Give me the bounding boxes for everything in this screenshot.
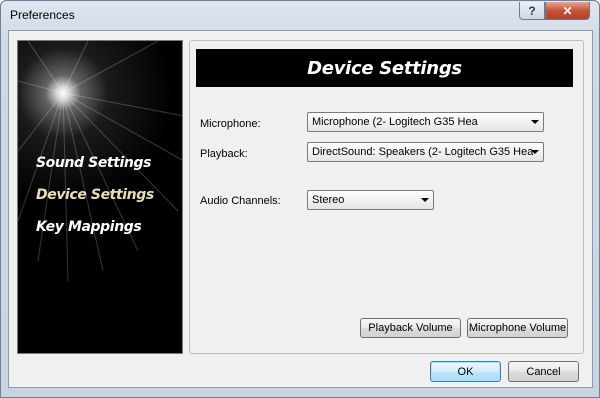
microphone-volume-button[interactable]: Microphone Volume — [467, 318, 568, 338]
window-title: Preferences — [10, 8, 75, 22]
sidebar-item-key-mappings[interactable]: Key Mappings — [36, 219, 142, 235]
preferences-window: Preferences ? ✕ Sound Settings Device Se… — [0, 0, 600, 398]
section-header: Device Settings — [196, 49, 573, 87]
playback-select[interactable]: DirectSound: Speakers (2- Logitech G35 H… — [307, 142, 544, 162]
microphone-select[interactable]: Microphone (2- Logitech G35 Hea — [307, 112, 544, 132]
playback-label: Playback: — [200, 148, 248, 160]
chevron-down-icon — [531, 120, 539, 124]
microphone-label: Microphone: — [200, 118, 261, 130]
dialog-body: Sound Settings Device Settings Key Mappi… — [8, 30, 593, 388]
audio-channels-select[interactable]: Stereo — [307, 190, 434, 210]
playback-volume-button[interactable]: Playback Volume — [360, 318, 461, 338]
help-icon: ? — [528, 3, 536, 18]
help-button[interactable]: ? — [519, 2, 545, 20]
cancel-button[interactable]: Cancel — [508, 361, 579, 382]
sidebar: Sound Settings Device Settings Key Mappi… — [17, 40, 183, 354]
sidebar-item-sound-settings[interactable]: Sound Settings — [36, 155, 151, 171]
ok-button[interactable]: OK — [430, 361, 501, 382]
chevron-down-icon — [531, 150, 539, 154]
close-button[interactable]: ✕ — [545, 2, 590, 20]
page-title: Device Settings — [307, 57, 462, 79]
sidebar-item-device-settings[interactable]: Device Settings — [36, 187, 154, 203]
audio-channels-label: Audio Channels: — [200, 195, 281, 207]
chevron-down-icon — [421, 198, 429, 202]
playback-select-value: DirectSound: Speakers (2- Logitech G35 H… — [312, 146, 534, 158]
settings-panel: Device Settings Microphone: Microphone (… — [189, 40, 584, 354]
microphone-select-value: Microphone (2- Logitech G35 Hea — [312, 116, 478, 128]
title-bar[interactable]: Preferences ? ✕ — [1, 1, 599, 29]
audio-channels-select-value: Stereo — [312, 194, 345, 206]
close-icon: ✕ — [562, 3, 573, 18]
